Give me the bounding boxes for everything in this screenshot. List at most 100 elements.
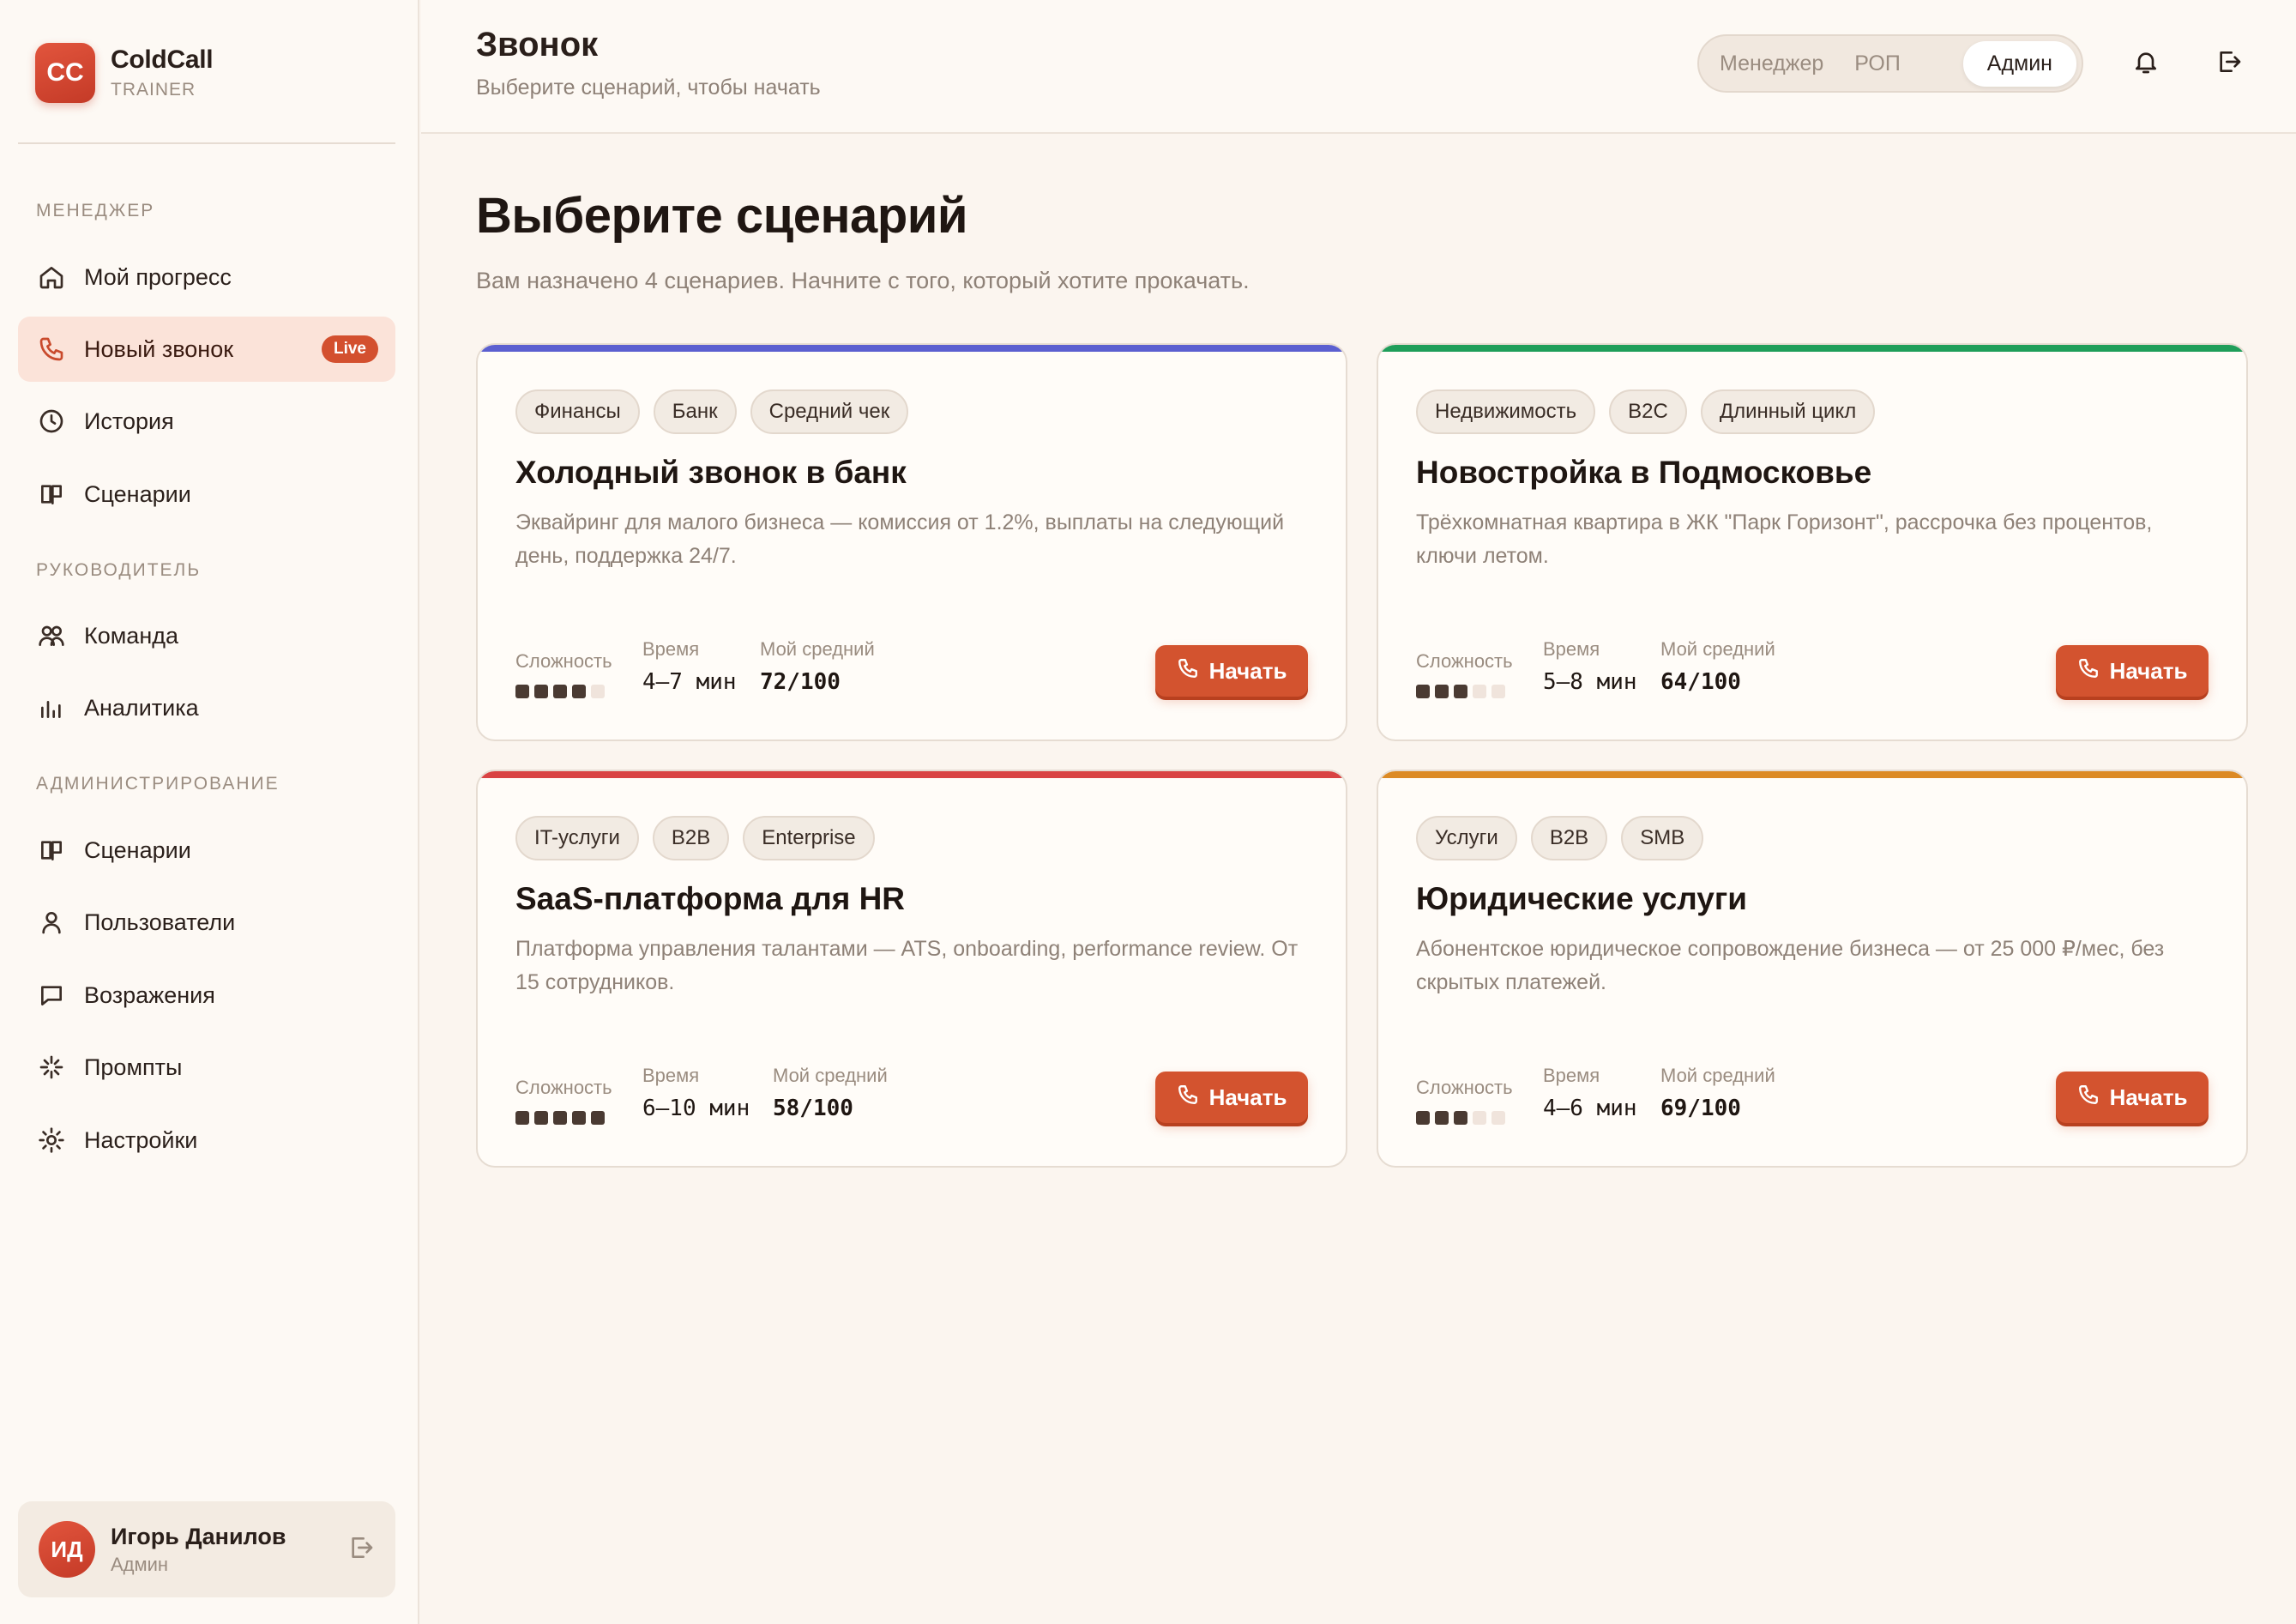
role-option-rop[interactable]: РОП xyxy=(1839,41,1916,87)
difficulty-dot xyxy=(1491,1111,1505,1125)
sidebar-item-label: Команда xyxy=(84,622,179,649)
users-icon xyxy=(36,620,67,651)
message-icon xyxy=(36,980,67,1011)
avg-score-value: 72/100 xyxy=(760,669,841,695)
brand-subtitle: TRAINER xyxy=(111,80,196,100)
start-button-label: Начать xyxy=(1208,1084,1287,1110)
sidebar-item-users[interactable]: Пользователи xyxy=(18,890,395,955)
phone-icon xyxy=(1177,657,1199,685)
difficulty-dot xyxy=(1491,685,1505,698)
bell-icon[interactable] xyxy=(2132,48,2163,79)
start-button[interactable]: Начать xyxy=(1155,645,1308,697)
avg-score-meta: Мой средний 64/100 xyxy=(1660,638,1775,695)
scenario-card[interactable]: IT-услуги B2B Enterprise SaaS-платформа дл… xyxy=(476,770,1347,1168)
bar-chart-icon xyxy=(36,692,67,723)
difficulty-dot xyxy=(1435,1111,1449,1125)
section-label-manager: МЕНЕДЖЕР xyxy=(36,201,155,220)
sidebar-item-history[interactable]: История xyxy=(18,389,395,454)
start-button[interactable]: Начать xyxy=(2056,1072,2209,1123)
avatar: ИД xyxy=(39,1521,95,1578)
divider xyxy=(18,142,395,144)
avg-score-meta: Мой средний 69/100 xyxy=(1660,1065,1775,1121)
difficulty-dot xyxy=(1454,685,1467,698)
card-accent-bar xyxy=(478,771,1346,778)
difficulty-dot xyxy=(553,685,567,698)
page-title: Звонок xyxy=(476,26,599,63)
card-description: Платформа управления талантами — ATS, on… xyxy=(515,937,1299,994)
user-card[interactable]: ИД Игорь Данилов Админ xyxy=(18,1501,395,1597)
avg-score-label: Мой средний xyxy=(1660,1065,1775,1086)
avg-score-meta: Мой средний 58/100 xyxy=(773,1065,888,1121)
tag: Средний чек xyxy=(750,389,909,434)
tag-list: Услуги B2B SMB xyxy=(1416,816,1704,860)
time-meta: Время 4–7 мин xyxy=(642,638,737,695)
card-title: Юридические услуги xyxy=(1416,881,1747,916)
sidebar-item-my-progress[interactable]: Мой прогресс xyxy=(18,245,395,310)
time-label: Время xyxy=(1543,1065,1600,1086)
sidebar-item-admin-scenarios[interactable]: Сценарии xyxy=(18,818,395,883)
book-icon xyxy=(36,835,67,866)
card-title: Новостройка в Подмосковье xyxy=(1416,455,1872,490)
sidebar-item-label: Сценарии xyxy=(84,836,191,863)
start-button-label: Начать xyxy=(1208,657,1287,684)
section-label-lead: РУКОВОДИТЕЛЬ xyxy=(36,560,202,580)
main-title: Выберите сценарий xyxy=(476,188,968,244)
tag: IT-услуги xyxy=(515,816,639,860)
phone-icon xyxy=(2077,657,2100,685)
book-icon xyxy=(36,479,67,510)
logout-icon[interactable] xyxy=(2215,48,2246,79)
time-value: 5–8 мин xyxy=(1543,669,1637,695)
header: Звонок Выберите сценарий, чтобы начать М… xyxy=(421,0,2296,134)
difficulty-label: Сложность xyxy=(1416,1077,1513,1098)
difficulty-dot xyxy=(1416,1111,1430,1125)
user-role: Админ xyxy=(111,1553,169,1575)
difficulty-dot xyxy=(572,1111,586,1125)
sidebar-item-prompts[interactable]: Промпты xyxy=(18,1035,395,1100)
avg-score-label: Мой средний xyxy=(1660,638,1775,660)
brand[interactable]: CC ColdCall TRAINER xyxy=(35,43,214,103)
start-button-label: Начать xyxy=(2109,657,2188,684)
difficulty-dot xyxy=(553,1111,567,1125)
sidebar-item-label: Новый звонок xyxy=(84,335,234,362)
tag: SMB xyxy=(1621,816,1704,860)
start-button-label: Начать xyxy=(2109,1084,2188,1110)
avg-score-label: Мой средний xyxy=(760,638,875,660)
start-button[interactable]: Начать xyxy=(1155,1072,1308,1123)
sidebar-item-label: Настройки xyxy=(84,1126,198,1153)
difficulty-dot xyxy=(1435,685,1449,698)
sparkle-icon xyxy=(36,1052,67,1083)
sidebar-item-analytics[interactable]: Аналитика xyxy=(18,675,395,740)
start-button[interactable]: Начать xyxy=(2056,645,2209,697)
scenario-card[interactable]: Услуги B2B SMB Юридические услуги Абонентс… xyxy=(1377,770,2248,1168)
difficulty-meter: Сложность xyxy=(1416,650,1513,698)
phone-icon xyxy=(36,334,67,365)
sidebar-item-objections[interactable]: Возражения xyxy=(18,963,395,1028)
role-option-manager[interactable]: Менеджер xyxy=(1704,41,1839,87)
sidebar-item-label: Промпты xyxy=(84,1053,183,1080)
time-value: 4–7 мин xyxy=(642,669,737,695)
logout-icon[interactable] xyxy=(347,1534,377,1563)
difficulty-label: Сложность xyxy=(1416,650,1513,672)
role-option-admin[interactable]: Админ xyxy=(1962,40,2076,87)
sidebar-item-settings[interactable]: Настройки xyxy=(18,1108,395,1173)
tag: Недвижимость xyxy=(1416,389,1596,434)
home-icon xyxy=(36,262,67,293)
section-label-admin: АДМИНИСТРИРОВАНИЕ xyxy=(36,774,280,794)
time-value: 4–6 мин xyxy=(1543,1096,1637,1121)
gear-icon xyxy=(36,1125,67,1156)
scenario-card[interactable]: Финансы Банк Средний чек Холодный звонок в… xyxy=(476,343,1347,741)
difficulty-dot xyxy=(591,685,605,698)
scenario-card[interactable]: Недвижимость B2C Длинный цикл Новостройка … xyxy=(1377,343,2248,741)
tag-list: IT-услуги B2B Enterprise xyxy=(515,816,875,860)
card-accent-bar xyxy=(1378,345,2246,352)
tag: Услуги xyxy=(1416,816,1517,860)
card-description: Эквайринг для малого бизнеса — комиссия … xyxy=(515,510,1285,568)
sidebar-item-label: Пользователи xyxy=(84,909,236,935)
brand-logo: CC xyxy=(35,43,95,103)
sidebar-item-new-call[interactable]: Новый звонок Live xyxy=(18,317,395,382)
sidebar-item-scenarios[interactable]: Сценарии xyxy=(18,462,395,527)
sidebar-item-team[interactable]: Команда xyxy=(18,603,395,668)
avg-score-value: 58/100 xyxy=(773,1096,853,1121)
difficulty-dot xyxy=(534,1111,548,1125)
avg-score-label: Мой средний xyxy=(773,1065,888,1086)
